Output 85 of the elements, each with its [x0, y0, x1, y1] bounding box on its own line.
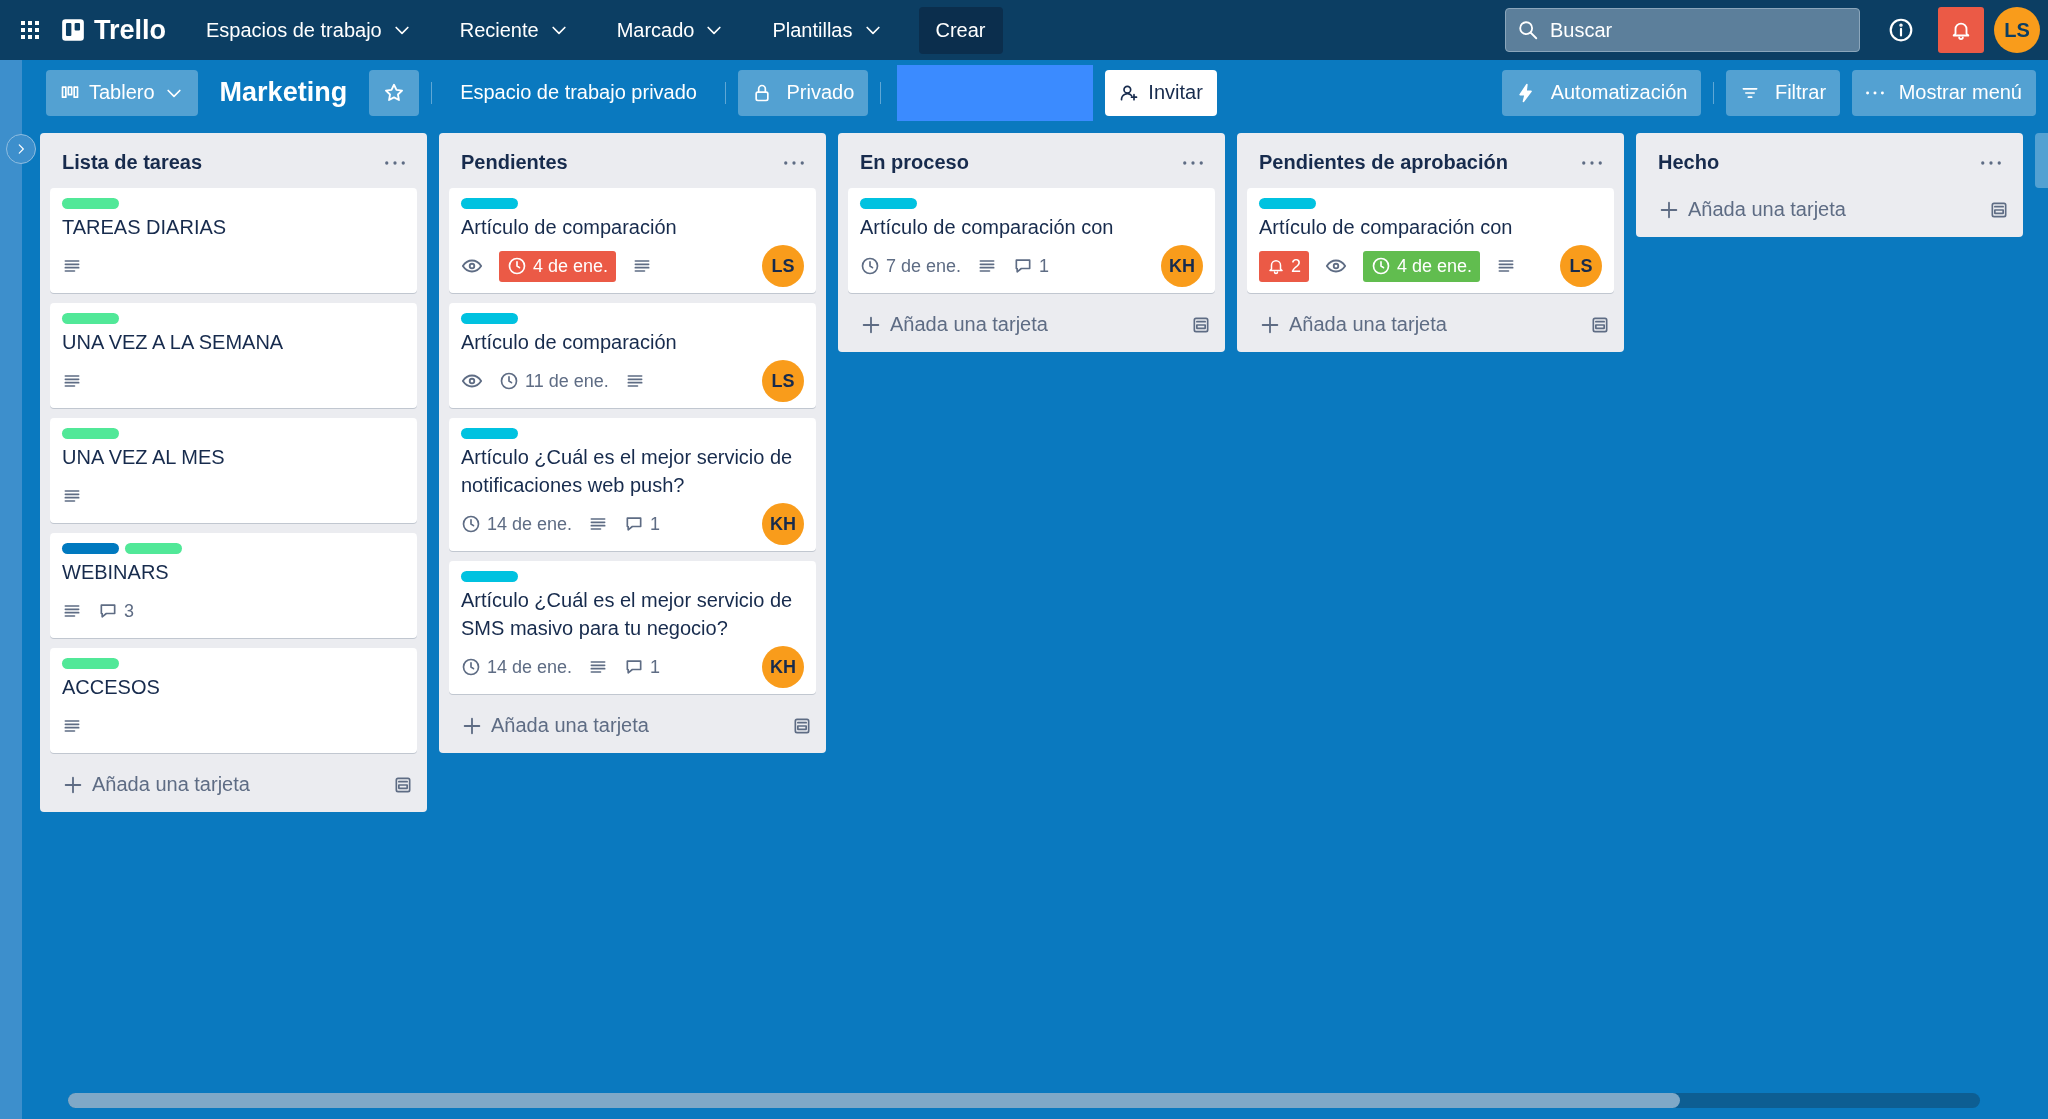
more-icon[interactable]: [385, 160, 405, 165]
due-date: 14 de ene.: [487, 513, 573, 535]
horizontal-scrollbar[interactable]: [68, 1093, 1980, 1108]
card[interactable]: TAREAS DIARIAS: [50, 188, 417, 293]
workspace-button[interactable]: Espacio de trabajo privado: [444, 81, 713, 104]
card-title: WEBINARS: [62, 560, 170, 585]
comment-count: 3: [124, 600, 134, 622]
card[interactable]: Artículo ¿Cuál es el mejor servicio de notificaciones web push? 14 de ene. 1 KH: [449, 418, 816, 551]
card-title: Artículo de comparación: [461, 215, 678, 240]
card[interactable]: UNA VEZ AL MES: [50, 418, 417, 523]
list-title[interactable]: En proceso: [860, 151, 969, 174]
info-icon[interactable]: [1888, 17, 1914, 43]
clock-icon: [499, 371, 519, 391]
member-avatar[interactable]: KH: [762, 646, 804, 688]
member-avatar[interactable]: LS: [1560, 245, 1602, 287]
more-icon: [1866, 90, 1885, 95]
add-card-button[interactable]: Añada una tarjeta: [856, 307, 1052, 342]
more-icon[interactable]: [1981, 160, 2001, 165]
create-button[interactable]: Crear: [918, 6, 1003, 54]
card-title: Artículo ¿Cuál es el mejor servicio de notificaciones web push?: [461, 445, 794, 498]
card-title: Artículo de comparación con: [1259, 215, 1514, 240]
card[interactable]: UNA VEZ A LA SEMANA: [50, 303, 417, 408]
card-title: UNA VEZ AL MES: [62, 445, 226, 470]
card-title: Artículo de comparación: [461, 330, 678, 355]
invite-button[interactable]: Invitar: [1105, 69, 1217, 116]
list-title[interactable]: Lista de tareas: [62, 151, 203, 174]
clock-icon: [461, 657, 481, 677]
app-logo-text[interactable]: Trello: [94, 14, 167, 46]
board-title[interactable]: Marketing: [219, 77, 348, 108]
list-title[interactable]: Pendientes: [461, 151, 568, 174]
comment-count: 1: [1039, 255, 1050, 277]
notifications-button[interactable]: [1938, 7, 1984, 53]
add-card-button[interactable]: Añada una tarjeta: [1255, 307, 1451, 342]
card-title: UNA VEZ A LA SEMANA: [62, 330, 285, 355]
member-avatar[interactable]: KH: [762, 503, 804, 545]
nav-menu[interactable]: Espacios de trabajo: [194, 10, 424, 50]
bell-icon: [1267, 257, 1285, 275]
card[interactable]: Artículo de comparación 4 de ene. LS: [449, 188, 816, 293]
comment-icon: [1013, 256, 1034, 276]
member-avatar[interactable]: KH: [1161, 245, 1203, 287]
due-date: 4 de ene.: [1397, 255, 1473, 277]
notification-count: 2: [1291, 255, 1301, 277]
due-date: 11 de ene.: [525, 370, 609, 392]
more-icon[interactable]: [1582, 160, 1602, 165]
card[interactable]: Artículo de comparación con 2 4 de ene. LS: [1247, 188, 1614, 293]
card-title: TAREAS DIARIAS: [62, 215, 228, 240]
board-logo-icon: [60, 17, 86, 43]
more-icon[interactable]: [1183, 160, 1203, 165]
card-title: Artículo de comparación con: [860, 215, 1115, 240]
search-field[interactable]: Buscar: [1505, 8, 1860, 52]
clock-icon: [1371, 256, 1391, 276]
card[interactable]: Artículo ¿Cuál es el mejor servicio de SMS masivo para tu negocio? 14 de ene. 1 KH: [449, 561, 816, 694]
nav-menu[interactable]: Reciente: [447, 10, 581, 50]
add-card-button[interactable]: Añada una tarjeta: [58, 767, 254, 802]
list-title[interactable]: Pendientes de aprobación: [1259, 151, 1508, 174]
card[interactable]: WEBINARS 3: [50, 533, 417, 638]
search-icon: [1517, 19, 1539, 41]
star-icon: [383, 81, 406, 104]
card-title: ACCESOS: [62, 675, 161, 700]
member-avatar[interactable]: LS: [762, 245, 804, 287]
comment-icon: [624, 657, 645, 677]
add-card-button[interactable]: Añada una tarjeta: [1654, 192, 1850, 227]
star-button[interactable]: [369, 69, 420, 116]
nav-menu[interactable]: Plantillas: [760, 10, 895, 50]
member-avatar[interactable]: LS: [762, 360, 804, 402]
due-date: 7 de ene.: [886, 255, 962, 277]
clock-icon: [461, 514, 481, 534]
add-card-button[interactable]: Añada una tarjeta: [457, 708, 653, 743]
more-icon[interactable]: [784, 160, 804, 165]
card[interactable]: Artículo de comparación con 7 de ene. 1 KH: [848, 188, 1215, 293]
card[interactable]: Artículo de comparación 11 de ene. LS: [449, 303, 816, 408]
app-grid-icon[interactable]: [18, 18, 42, 42]
comment-count: 1: [650, 656, 661, 678]
clock-icon: [860, 256, 880, 276]
nav-menu[interactable]: Marcado: [604, 10, 737, 50]
comment-icon: [624, 514, 645, 534]
card[interactable]: ACCESOS: [50, 648, 417, 753]
due-date: 4 de ene.: [533, 255, 609, 277]
card-title: Artículo ¿Cuál es el mejor servicio de SMS masivo para tu negocio?: [461, 588, 794, 641]
clock-icon: [507, 256, 527, 276]
due-date: 14 de ene.: [487, 656, 573, 678]
user-avatar[interactable]: LS: [1994, 7, 2040, 53]
comment-icon: [98, 601, 118, 621]
list-title[interactable]: Hecho: [1658, 151, 1720, 174]
comment-count: 1: [650, 513, 661, 535]
